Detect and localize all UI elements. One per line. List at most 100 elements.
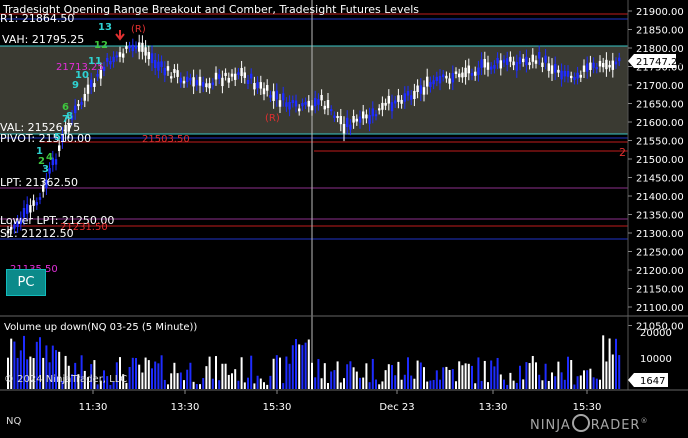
- price-tick: 21150.00: [636, 285, 684, 296]
- volume-bar: [413, 378, 416, 389]
- candle-body: [317, 99, 320, 105]
- candle-body: [595, 67, 598, 70]
- volume-bar: [567, 356, 569, 389]
- candle-body: [333, 115, 336, 118]
- candle-body: [451, 73, 454, 83]
- s1-label: S1: 21212.50: [0, 227, 74, 240]
- volume-bar: [551, 372, 553, 389]
- candle-body: [483, 59, 486, 68]
- candle-body: [144, 47, 147, 56]
- volume-bar: [275, 355, 278, 389]
- candle-body: [355, 118, 358, 122]
- volume-bar: [391, 365, 393, 389]
- volume-bar: [154, 361, 157, 389]
- candle-body: [304, 101, 307, 105]
- volume-bar: [151, 368, 153, 389]
- candle-body: [208, 83, 211, 89]
- pc-button[interactable]: PC: [6, 269, 46, 296]
- chart-canvas[interactable]: Tradesight Opening Range Breakout and Co…: [0, 0, 688, 434]
- volume-bar: [602, 335, 605, 389]
- candle-body: [442, 74, 445, 78]
- volume-bar: [586, 370, 589, 389]
- volume-bar: [464, 363, 467, 389]
- volume-bar: [256, 375, 259, 389]
- volume-bar: [499, 374, 502, 389]
- candle-body: [352, 116, 355, 123]
- volume-bar: [611, 354, 614, 389]
- counter-label: 9: [72, 80, 79, 91]
- volume-bar: [163, 379, 166, 389]
- volume-bar: [160, 355, 163, 389]
- candle-body: [54, 159, 58, 165]
- candle-body: [566, 71, 570, 77]
- volume-bar: [563, 379, 566, 389]
- candle-body: [266, 85, 269, 91]
- candle-body: [80, 102, 83, 105]
- volume-bar: [231, 373, 233, 389]
- volume-bar: [237, 380, 240, 389]
- candle-body: [464, 67, 467, 78]
- volume-bar: [304, 342, 307, 389]
- candle-body: [586, 63, 589, 72]
- price-tick: 21200.00: [636, 266, 684, 277]
- volume-bar: [538, 374, 541, 389]
- volume-bar: [557, 361, 560, 389]
- volume-bar: [234, 369, 237, 389]
- price-tick: 21100.00: [636, 303, 684, 314]
- candle-body: [371, 108, 374, 117]
- candle-body: [115, 55, 118, 58]
- volume-bar: [295, 339, 297, 389]
- volume-bar: [218, 380, 221, 389]
- candle-body: [474, 71, 477, 76]
- volume-panel-title: Volume up down(NQ 03-25 (5 Minute)): [4, 322, 197, 333]
- candle-body: [278, 100, 282, 107]
- marker-r-mid: (R): [265, 113, 280, 124]
- volume-bar: [496, 357, 499, 389]
- volume-bar: [135, 358, 137, 389]
- candle-body: [400, 99, 403, 104]
- volume-bar: [263, 382, 265, 389]
- candle-body: [182, 80, 186, 84]
- candle-body: [301, 103, 304, 107]
- price-tick: 21600.00: [636, 118, 684, 129]
- candle-body: [38, 197, 42, 200]
- volume-bar: [531, 355, 534, 389]
- time-tick: Dec 23: [379, 402, 414, 413]
- volume-bar: [259, 378, 262, 389]
- candle-body: [163, 67, 166, 76]
- volume-bar: [589, 368, 592, 389]
- pivot-label: PIVOT: 21510.00: [0, 132, 91, 145]
- candle-body: [573, 76, 576, 80]
- volume-bar: [266, 384, 269, 389]
- candle-body: [198, 76, 202, 86]
- candle-body: [112, 56, 115, 63]
- volume-bar: [320, 378, 323, 389]
- candle-body: [502, 59, 506, 63]
- volume-bar: [349, 361, 352, 389]
- volume-bar: [570, 360, 573, 389]
- volume-bar: [503, 379, 505, 389]
- volume-bar: [131, 357, 134, 389]
- price-tick: 21800.00: [636, 44, 684, 55]
- candle-body: [429, 82, 432, 88]
- volume-bar: [211, 378, 214, 389]
- candle-body: [192, 77, 195, 87]
- candle-body: [618, 57, 621, 62]
- volume-bar: [157, 363, 160, 389]
- volume-bar: [343, 378, 345, 389]
- volume-bar: [247, 377, 249, 389]
- volume-bar: [487, 382, 489, 389]
- candle-body: [150, 53, 154, 64]
- volume-bar: [352, 367, 355, 389]
- time-axis[interactable]: 11:30 13:30 15:30 Dec 23 13:30 15:30: [79, 390, 602, 413]
- volume-bar: [96, 384, 99, 389]
- volume-bar: [426, 381, 429, 389]
- candle-body: [285, 102, 288, 107]
- candle-body: [416, 85, 419, 93]
- candle-body: [358, 116, 362, 123]
- volume-bar: [384, 370, 387, 389]
- candle-body: [438, 75, 442, 84]
- candle-body: [272, 91, 275, 101]
- volume-bar: [227, 374, 230, 389]
- candle-body: [32, 200, 35, 206]
